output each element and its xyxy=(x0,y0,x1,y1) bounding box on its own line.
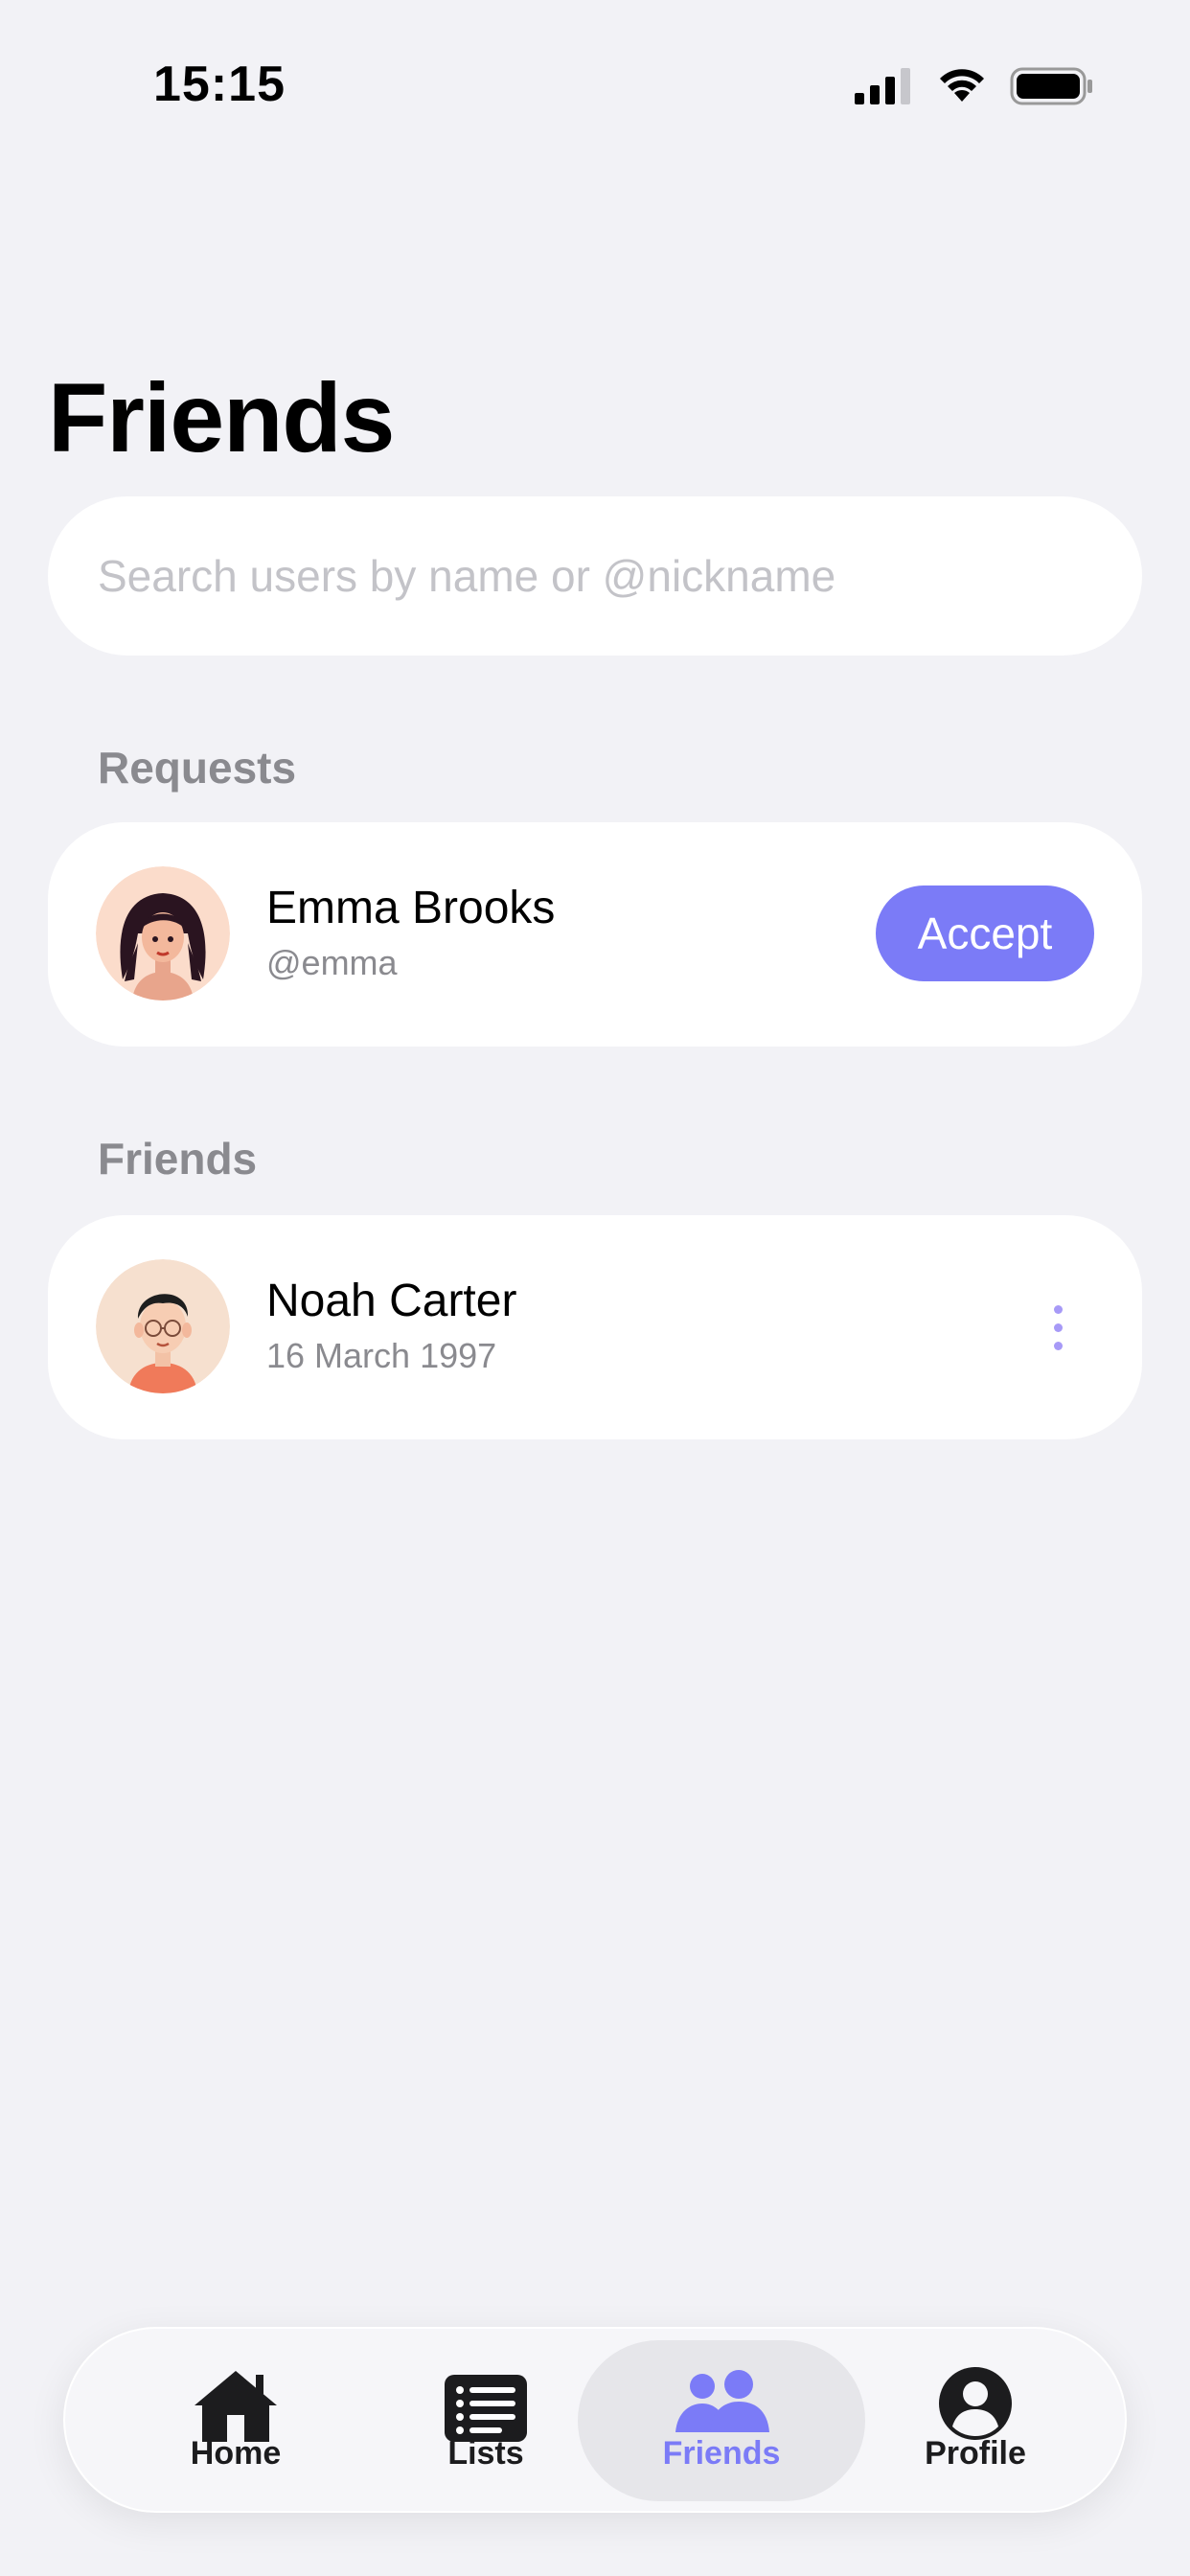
battery-icon xyxy=(1010,67,1092,105)
page-title: Friends xyxy=(48,363,395,472)
friend-birthday: 16 March 1997 xyxy=(266,1336,497,1375)
tab-label: Profile xyxy=(925,2435,1026,2472)
tab-friends[interactable]: Friends xyxy=(578,2340,865,2501)
search-input[interactable] xyxy=(96,549,1094,603)
cellular-signal-icon xyxy=(855,68,910,104)
accept-button[interactable]: Accept xyxy=(876,886,1094,981)
search-bar[interactable] xyxy=(48,496,1142,656)
avatar-woman-icon xyxy=(96,866,230,1000)
request-handle: @emma xyxy=(266,943,398,982)
avatar xyxy=(96,1259,230,1393)
tab-home[interactable]: Home xyxy=(92,2340,379,2501)
request-card: Emma Brooks @emma Accept xyxy=(48,822,1142,1046)
avatar xyxy=(96,866,230,1000)
people-icon xyxy=(675,2370,769,2432)
person-circle-icon xyxy=(939,2367,1012,2440)
requests-section-label: Requests xyxy=(98,743,297,793)
status-time: 15:15 xyxy=(153,57,286,112)
house-icon xyxy=(195,2371,277,2442)
tab-label: Friends xyxy=(662,2435,781,2472)
friend-card[interactable]: Noah Carter 16 March 1997 xyxy=(48,1215,1142,1439)
more-options-icon[interactable] xyxy=(1039,1294,1077,1361)
tab-bar: Home Lists Friends Profile xyxy=(63,2327,1127,2513)
request-name: Emma Brooks xyxy=(266,883,556,933)
tab-profile[interactable]: Profile xyxy=(832,2340,1119,2501)
list-icon xyxy=(445,2375,527,2442)
friend-name: Noah Carter xyxy=(266,1276,517,1326)
wifi-icon xyxy=(940,69,984,102)
friends-section-label: Friends xyxy=(98,1134,258,1184)
status-icons xyxy=(855,65,1094,107)
avatar-man-icon xyxy=(96,1259,230,1393)
